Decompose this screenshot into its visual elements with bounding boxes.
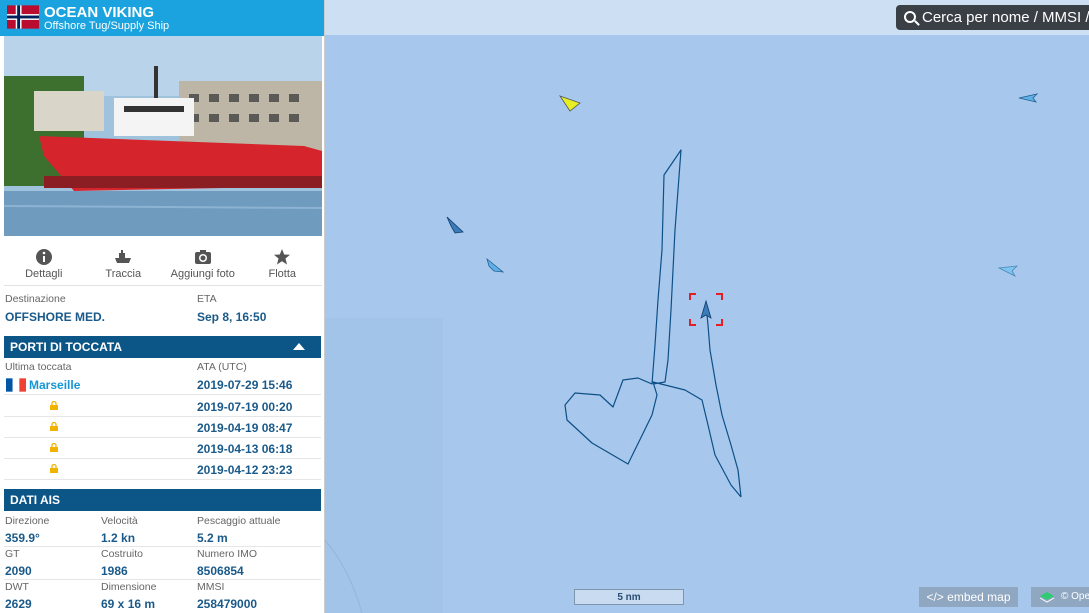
vessel-panel: OCEAN VIKING Offshore Tug/Supply Ship De…: [0, 0, 325, 613]
vessel-marker[interactable]: [446, 216, 464, 234]
search-box[interactable]: Cerca per nome / MMSI / IMO: [896, 5, 1089, 30]
ata-label: ATA (UTC): [197, 361, 247, 373]
port-row[interactable]: Marseille 2019-07-29 15:46: [4, 374, 321, 395]
gt-value: 2090: [5, 564, 32, 578]
port-time: 2019-04-19 08:47: [197, 421, 293, 435]
vessel-name: OCEAN VIKING: [44, 4, 155, 21]
vessel-photo[interactable]: [4, 36, 322, 236]
course-label: Direzione: [5, 515, 50, 527]
eta-value: Sep 8, 16:50: [197, 310, 267, 324]
dwt-label: DWT: [5, 581, 29, 593]
add-photo-action[interactable]: Aggiungi foto: [163, 240, 243, 285]
details-label: Dettagli: [25, 268, 63, 280]
search-icon: [904, 11, 916, 23]
vessel-actions: Dettagli Traccia Aggiungi foto Flotta: [4, 240, 322, 286]
imo-label: Numero IMO: [197, 548, 258, 560]
water-zone: [325, 318, 443, 613]
star-icon: [274, 249, 291, 265]
port-time: 2019-04-12 23:23: [197, 463, 293, 477]
built-label: Costruito: [101, 548, 144, 560]
gt-label: GT: [5, 548, 20, 560]
attribution-text: © OpenSeaMap: [1061, 591, 1089, 602]
destination-value: OFFSHORE MED.: [5, 310, 106, 324]
fleet-label: Flotta: [268, 268, 296, 280]
track-label: Traccia: [105, 268, 142, 280]
ship-track: [564, 149, 742, 498]
selected-vessel-reticle[interactable]: [689, 293, 723, 326]
scale-bar: 5 nm: [574, 589, 684, 605]
last-port-label: Ultima toccata: [5, 361, 72, 373]
ports-section-header[interactable]: PORTI DI TOCCATA: [4, 336, 321, 358]
fleet-action[interactable]: Flotta: [243, 240, 323, 285]
mmsi-value: 258479000: [197, 597, 258, 611]
port-row[interactable]: 2019-07-19 00:20: [4, 396, 321, 417]
imo-value: 8506854: [197, 564, 244, 578]
norway-flag-icon: [7, 5, 39, 29]
embed-map-button[interactable]: </> embed map: [919, 587, 1018, 607]
eta-label: ETA: [197, 293, 217, 305]
port-time: 2019-04-13 06:18: [197, 442, 293, 456]
size-value: 69 x 16 m: [101, 597, 156, 611]
ais-section-title: DATI AIS: [10, 493, 60, 507]
lock-icon: [50, 464, 58, 473]
port-row[interactable]: 2019-04-19 08:47: [4, 417, 321, 438]
track-action[interactable]: Traccia: [84, 240, 164, 285]
ais-section-header[interactable]: DATI AIS: [4, 489, 321, 511]
lock-icon: [50, 401, 58, 410]
ship-track-icon: [115, 250, 132, 263]
port-name-link[interactable]: Marseille: [29, 378, 80, 392]
speed-value: 1.2 kn: [101, 531, 136, 545]
vessel-header: OCEAN VIKING Offshore Tug/Supply Ship: [0, 0, 324, 36]
map-attribution[interactable]: © OpenSeaMap: [1031, 587, 1089, 607]
info-icon: [35, 249, 52, 265]
port-time: 2019-07-19 00:20: [197, 400, 293, 414]
divider: [4, 579, 321, 580]
lock-icon: [50, 443, 58, 452]
mmsi-label: MMSI: [197, 581, 225, 593]
size-label: Dimensione: [101, 581, 157, 593]
vessel-type: Offshore Tug/Supply Ship: [44, 20, 170, 32]
layers-icon: [1039, 592, 1055, 603]
lock-icon: [50, 422, 58, 431]
port-row[interactable]: 2019-04-13 06:18: [4, 438, 321, 459]
vessel-marker[interactable]: [997, 265, 1019, 277]
vessel-marker[interactable]: [486, 257, 505, 273]
vessel-marker[interactable]: [1018, 93, 1039, 103]
port-time: 2019-07-29 15:46: [197, 378, 293, 392]
speed-label: Velocità: [101, 515, 138, 527]
built-value: 1986: [101, 564, 128, 578]
destination-label: Destinazione: [5, 293, 66, 305]
ports-section-title: PORTI DI TOCCATA: [10, 340, 122, 354]
course-value: 359.9°: [5, 531, 40, 545]
france-flag-icon: [6, 378, 26, 392]
collapse-caret-icon[interactable]: [293, 343, 305, 350]
draught-value: 5.2 m: [197, 531, 228, 545]
draught-label: Pescaggio attuale: [197, 515, 281, 527]
add-photo-label: Aggiungi foto: [170, 268, 235, 280]
port-row[interactable]: 2019-04-12 23:23: [4, 459, 321, 480]
vessel-marker[interactable]: [559, 95, 581, 112]
dwt-value: 2629: [5, 597, 32, 611]
details-action[interactable]: Dettagli: [4, 240, 84, 285]
divider: [4, 546, 321, 547]
search-placeholder: Cerca per nome / MMSI / IMO: [922, 9, 1089, 26]
camera-icon: [194, 250, 211, 264]
